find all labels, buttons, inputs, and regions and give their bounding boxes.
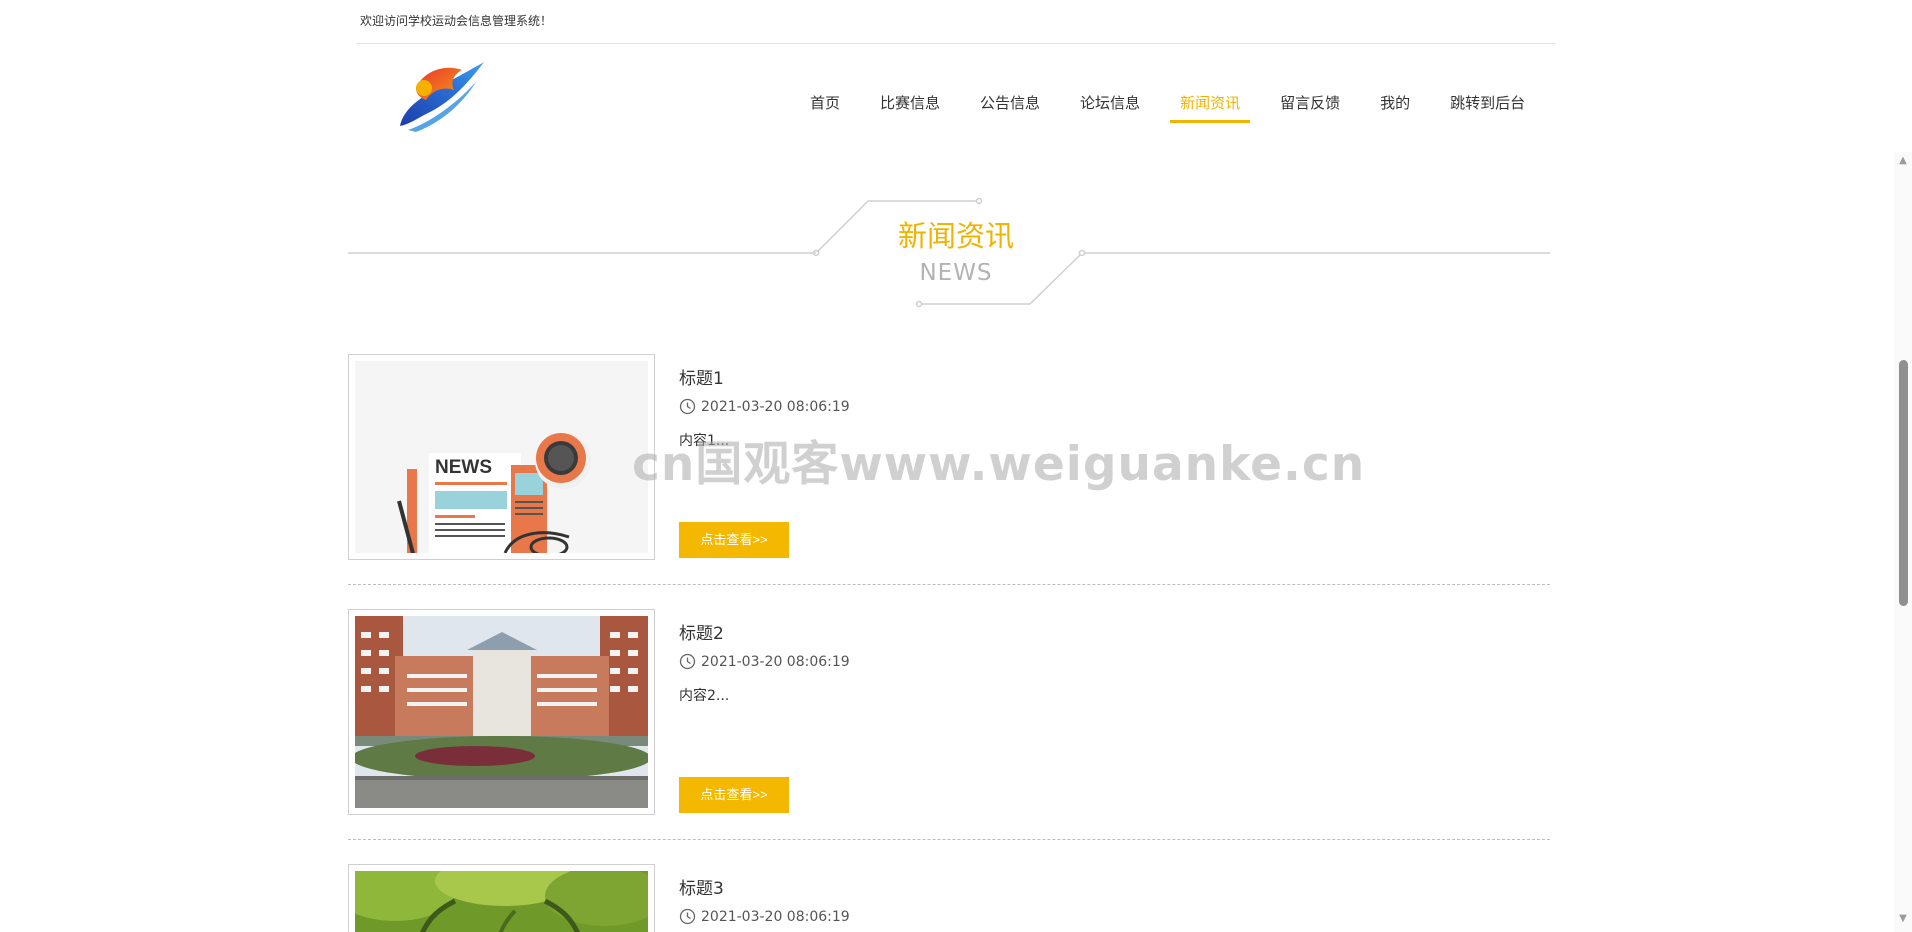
news-summary: 内容2... xyxy=(679,688,730,704)
svg-text:NEWS: NEWS xyxy=(435,457,492,478)
scroll-up-arrow-icon[interactable]: ▲ xyxy=(1894,152,1912,170)
news-date: 2021-03-20 08:06:19 xyxy=(679,908,850,925)
news-date-text: 2021-03-20 08:06:19 xyxy=(701,398,850,415)
clock-icon xyxy=(679,908,696,925)
scroll-down-arrow-icon[interactable]: ▼ xyxy=(1894,910,1912,928)
news-divider xyxy=(348,584,1550,585)
nav-item-admin[interactable]: 跳转到后台 xyxy=(1440,92,1535,126)
news-date-text: 2021-03-20 08:06:19 xyxy=(701,908,850,925)
school-building-photo xyxy=(355,616,648,808)
clock-icon xyxy=(679,653,696,670)
watermark: cn国观客www.weiguanke.cn xyxy=(632,437,1366,492)
news-thumbnail[interactable] xyxy=(348,864,655,932)
nav-item-matches[interactable]: 比赛信息 xyxy=(870,92,950,126)
section-subtitle: NEWS xyxy=(919,260,993,286)
green-trees-photo xyxy=(355,871,648,932)
page: 欢迎访问学校运动会信息管理系统！ 首页 比赛信息 公告信息 论坛信息 新闻资讯 … xyxy=(0,0,1912,932)
logo-icon xyxy=(400,62,484,132)
nav-item-news[interactable]: 新闻资讯 xyxy=(1170,92,1251,126)
nav-item-feedback[interactable]: 留言反馈 xyxy=(1270,92,1350,126)
news-date-text: 2021-03-20 08:06:19 xyxy=(701,653,850,670)
nav-item-forum[interactable]: 论坛信息 xyxy=(1070,92,1150,126)
view-details-button[interactable]: 点击查看>> xyxy=(679,777,789,813)
top-divider xyxy=(356,43,1556,44)
news-item: 标题3 2021-03-20 08:06:19 xyxy=(348,864,1550,932)
news-item: 标题2 2021-03-20 08:06:19 内容2... 点击查看>> xyxy=(348,609,1550,815)
news-thumbnail[interactable] xyxy=(348,609,655,815)
news-title[interactable]: 标题3 xyxy=(679,874,724,899)
news-date: 2021-03-20 08:06:19 xyxy=(679,653,850,670)
newspaper-illustration: NEWS xyxy=(355,361,648,553)
news-title[interactable]: 标题1 xyxy=(679,364,724,389)
scrollbar-thumb[interactable] xyxy=(1899,360,1908,606)
news-thumbnail[interactable]: NEWS xyxy=(348,354,655,560)
news-divider xyxy=(348,839,1550,840)
section-title: 新闻资讯 xyxy=(897,219,1014,253)
nav-item-home[interactable]: 首页 xyxy=(800,92,850,126)
clock-icon xyxy=(679,398,696,415)
nav-item-mine[interactable]: 我的 xyxy=(1370,92,1420,126)
nav-item-announcements[interactable]: 公告信息 xyxy=(970,92,1050,126)
main-nav: 首页 比赛信息 公告信息 论坛信息 新闻资讯 留言反馈 我的 跳转到后台 xyxy=(800,92,1535,126)
view-details-button[interactable]: 点击查看>> xyxy=(679,522,789,558)
welcome-text: 欢迎访问学校运动会信息管理系统！ xyxy=(360,14,553,28)
site-logo[interactable] xyxy=(396,60,488,134)
news-title[interactable]: 标题2 xyxy=(679,619,724,644)
news-date: 2021-03-20 08:06:19 xyxy=(679,398,850,415)
